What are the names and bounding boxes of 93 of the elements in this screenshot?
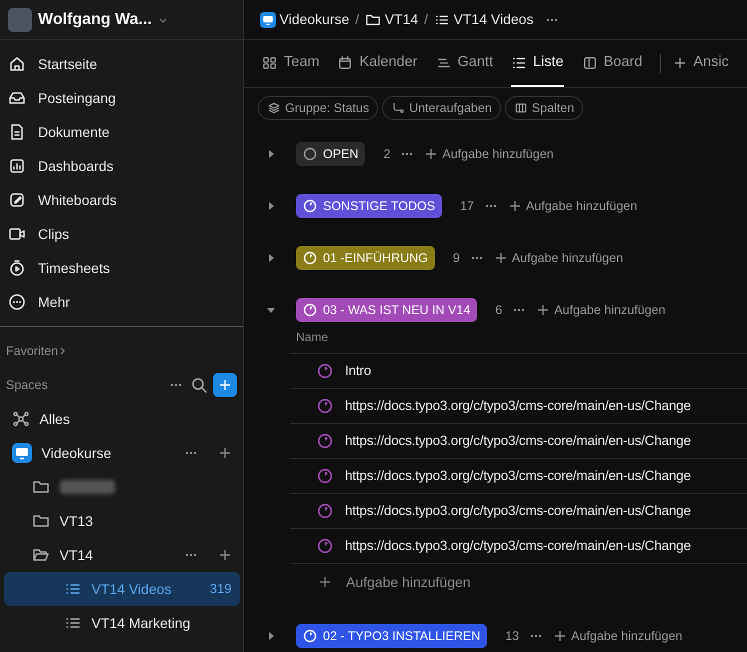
filter-chip[interactable]: Unteraufgaben (382, 96, 501, 120)
breadcrumb-separator: / (424, 10, 428, 29)
progress-circle-icon (317, 363, 333, 379)
dashboard-icon (8, 157, 26, 175)
view-tab[interactable]: Kalender (337, 40, 418, 87)
sidebar-item[interactable]: Mehr (0, 285, 243, 319)
empty-circle-icon (303, 147, 317, 161)
sidebar-item[interactable]: Whiteboards (0, 183, 243, 217)
breadcrumb-link[interactable]: Videokurse (260, 9, 350, 30)
more-icon (8, 293, 26, 311)
task-name[interactable]: Intro (345, 360, 372, 382)
plus-icon (424, 147, 438, 161)
sidebar-item[interactable]: Posteingang (0, 81, 243, 115)
progress-circle-icon (317, 503, 333, 519)
monitor-icon (12, 443, 32, 463)
sidebar-item[interactable]: Dokumente (0, 115, 243, 149)
progress-circle-icon (317, 468, 333, 484)
subtask-icon (391, 101, 406, 115)
add-task-button[interactable]: Aufgabe hinzufügen (553, 626, 682, 646)
search-icon (191, 377, 207, 393)
progress-circle-icon (303, 251, 317, 265)
task-name[interactable]: https://docs.typo3.org/c/typo3/cms-core/main/en-us/Change (345, 466, 691, 486)
add-task-button[interactable]: Aufgabe hinzufügen (536, 300, 666, 320)
sidebar-item[interactable]: Clips (0, 217, 243, 251)
breadcrumb-link[interactable]: VT14 (365, 9, 418, 30)
add-view-button[interactable]: Ansic (673, 40, 729, 87)
view-tab[interactable]: Team (262, 40, 320, 87)
breadcrumb-separator: / (355, 10, 360, 29)
grid-icon (262, 54, 278, 70)
task-name[interactable]: https://docs.typo3.org/c/typo3/cms-core/main/en-us/Change (345, 536, 691, 556)
add-task-button[interactable]: Aufgabe hinzufügen (508, 196, 638, 216)
filter-chip[interactable]: Spalten (504, 96, 584, 120)
task-count: 13 (505, 628, 520, 645)
column-header: Name (290, 328, 747, 354)
avatar (8, 8, 32, 32)
status-pill[interactable]: 02 - TYPO3 INSTALLIEREN (296, 624, 488, 648)
plus-icon (218, 378, 232, 392)
plus-icon (318, 575, 332, 589)
add-task-button[interactable]: Aufgabe hinzufügen (290, 564, 477, 600)
breadcrumb-link[interactable]: VT14 Videos (434, 9, 534, 30)
sidebar-item[interactable]: VT14 Marketing (4, 606, 240, 640)
progress-circle-icon (317, 433, 333, 449)
plus-icon (673, 56, 688, 70)
calendar-icon (337, 54, 354, 70)
plus-icon (218, 548, 232, 562)
progress-circle-icon (317, 398, 333, 414)
view-tab[interactable]: Gantt (436, 40, 493, 87)
workspace-name[interactable]: Wolfgang Wa... (38, 8, 152, 32)
task-count: 6 (495, 302, 502, 319)
network-icon (12, 410, 30, 428)
sidebar-item[interactable]: Alles (4, 402, 240, 436)
sidebar-item[interactable]: VT14 Videos 319 (4, 572, 240, 606)
task-name[interactable]: https://docs.typo3.org/c/typo3/cms-core/main/en-us/Change (345, 396, 691, 416)
sidebar-item[interactable]: Timesheets (0, 251, 243, 285)
status-pill[interactable]: 03 - WAS IST NEU IN V14 (296, 298, 478, 322)
progress-circle-icon (303, 303, 317, 317)
columns-icon (514, 101, 528, 115)
status-pill[interactable]: OPEN (296, 142, 366, 166)
board-icon (582, 54, 598, 70)
task-name[interactable]: https://docs.typo3.org/c/typo3/cms-core/main/en-us/Change (345, 430, 691, 452)
sidebar-item[interactable]: VT13 (4, 504, 240, 538)
plus-icon (536, 303, 550, 317)
plus-icon (494, 251, 508, 265)
sidebar-item[interactable]: Videokurse (4, 436, 240, 470)
task-count: 2 (383, 146, 390, 163)
task-count: 17 (460, 198, 474, 215)
filter-chip[interactable]: Gruppe: Status (258, 96, 378, 120)
item-count: 319 (210, 580, 232, 598)
add-task-button[interactable]: Aufgabe hinzufügen (494, 248, 624, 268)
status-pill[interactable]: 01 -EINFÜHRUNG (296, 246, 435, 270)
spaces-label: Spaces (6, 376, 49, 394)
plus-icon (553, 629, 568, 643)
plus-icon (218, 446, 232, 460)
layers-icon (267, 101, 281, 115)
add-task-button[interactable]: Aufgabe hinzufügen (424, 144, 554, 164)
monitor-icon (260, 12, 276, 28)
progress-circle-icon (303, 629, 317, 643)
view-tab[interactable]: Liste (510, 40, 564, 87)
progress-circle-icon (303, 199, 317, 213)
sidebar-item[interactable]: Dashboards (0, 149, 243, 183)
progress-circle-icon (317, 538, 333, 554)
task-count: 9 (452, 250, 460, 267)
add-space-button[interactable] (213, 373, 237, 397)
view-tab[interactable]: Board (582, 40, 642, 87)
sidebar-item[interactable]: Startseite (0, 47, 243, 81)
timer-icon (8, 259, 26, 277)
task-name[interactable]: https://docs.typo3.org/c/typo3/cms-core/main/en-us/Change (345, 500, 691, 522)
status-pill[interactable]: SONSTIGE TODOS (296, 194, 442, 218)
favorites-label[interactable]: Favoriten (6, 342, 58, 360)
plus-icon (508, 199, 522, 213)
whiteboard-icon (8, 191, 26, 209)
sidebar-item[interactable]: VT14 (4, 538, 240, 572)
home-icon (8, 55, 26, 73)
